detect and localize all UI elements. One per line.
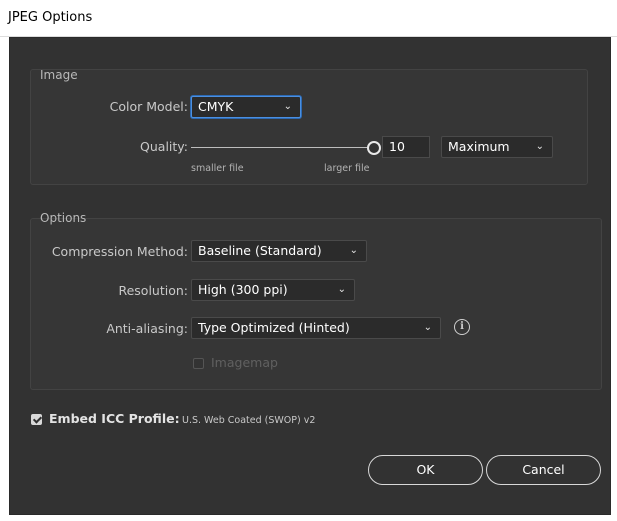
chevron-down-icon: ⌄ [283, 101, 292, 112]
image-group [30, 69, 588, 185]
compression-method-label: Compression Method: [51, 244, 188, 259]
options-group-title: Options [40, 211, 87, 225]
quality-preset-select[interactable]: Maximum ⌄ [441, 136, 553, 158]
anti-aliasing-label: Anti-aliasing: [106, 321, 188, 336]
embed-icc-checkbox[interactable] [31, 414, 42, 425]
imagemap-checkbox[interactable] [193, 358, 204, 369]
color-model-select[interactable]: CMYK ⌄ [191, 96, 301, 118]
quality-label: Quality: [140, 139, 188, 154]
dialog-body: Image Color Model: CMYK ⌄ Quality: small… [9, 37, 611, 515]
anti-aliasing-select[interactable]: Type Optimized (Hinted) ⌄ [191, 317, 441, 339]
chevron-down-icon: ⌄ [423, 322, 432, 333]
title-bar[interactable]: JPEG Options [0, 0, 617, 37]
embed-icc-label: Embed ICC Profile: [49, 411, 180, 426]
info-icon[interactable]: i [454, 319, 470, 335]
quality-preset-value: Maximum [448, 139, 510, 154]
quality-slider-track[interactable] [191, 147, 371, 148]
compression-method-select[interactable]: Baseline (Standard) ⌄ [191, 240, 367, 262]
ok-button[interactable]: OK [368, 455, 483, 485]
quality-min-caption: smaller file [191, 163, 244, 174]
cancel-button[interactable]: Cancel [486, 455, 601, 485]
quality-value-field[interactable]: 10 [382, 136, 430, 158]
compression-method-value: Baseline (Standard) [198, 243, 322, 258]
color-model-label: Color Model: [109, 99, 188, 114]
window-title: JPEG Options [8, 10, 93, 25]
resolution-select[interactable]: High (300 ppi) ⌄ [191, 279, 355, 301]
quality-slider-thumb[interactable] [367, 141, 381, 155]
color-model-value: CMYK [198, 99, 234, 114]
imagemap-label: Imagemap [211, 355, 278, 370]
chevron-down-icon: ⌄ [349, 245, 358, 256]
chevron-down-icon: ⌄ [337, 284, 346, 295]
resolution-value: High (300 ppi) [198, 282, 288, 297]
jpeg-options-window: JPEG Options Image Color Model: CMYK ⌄ Q… [0, 0, 617, 521]
chevron-down-icon: ⌄ [535, 141, 544, 152]
resolution-label: Resolution: [118, 283, 188, 298]
image-group-title: Image [40, 68, 78, 82]
icc-profile-name: U.S. Web Coated (SWOP) v2 [182, 415, 316, 426]
quality-max-caption: larger file [324, 163, 370, 174]
anti-aliasing-value: Type Optimized (Hinted) [198, 320, 350, 335]
quality-value: 10 [389, 139, 405, 154]
